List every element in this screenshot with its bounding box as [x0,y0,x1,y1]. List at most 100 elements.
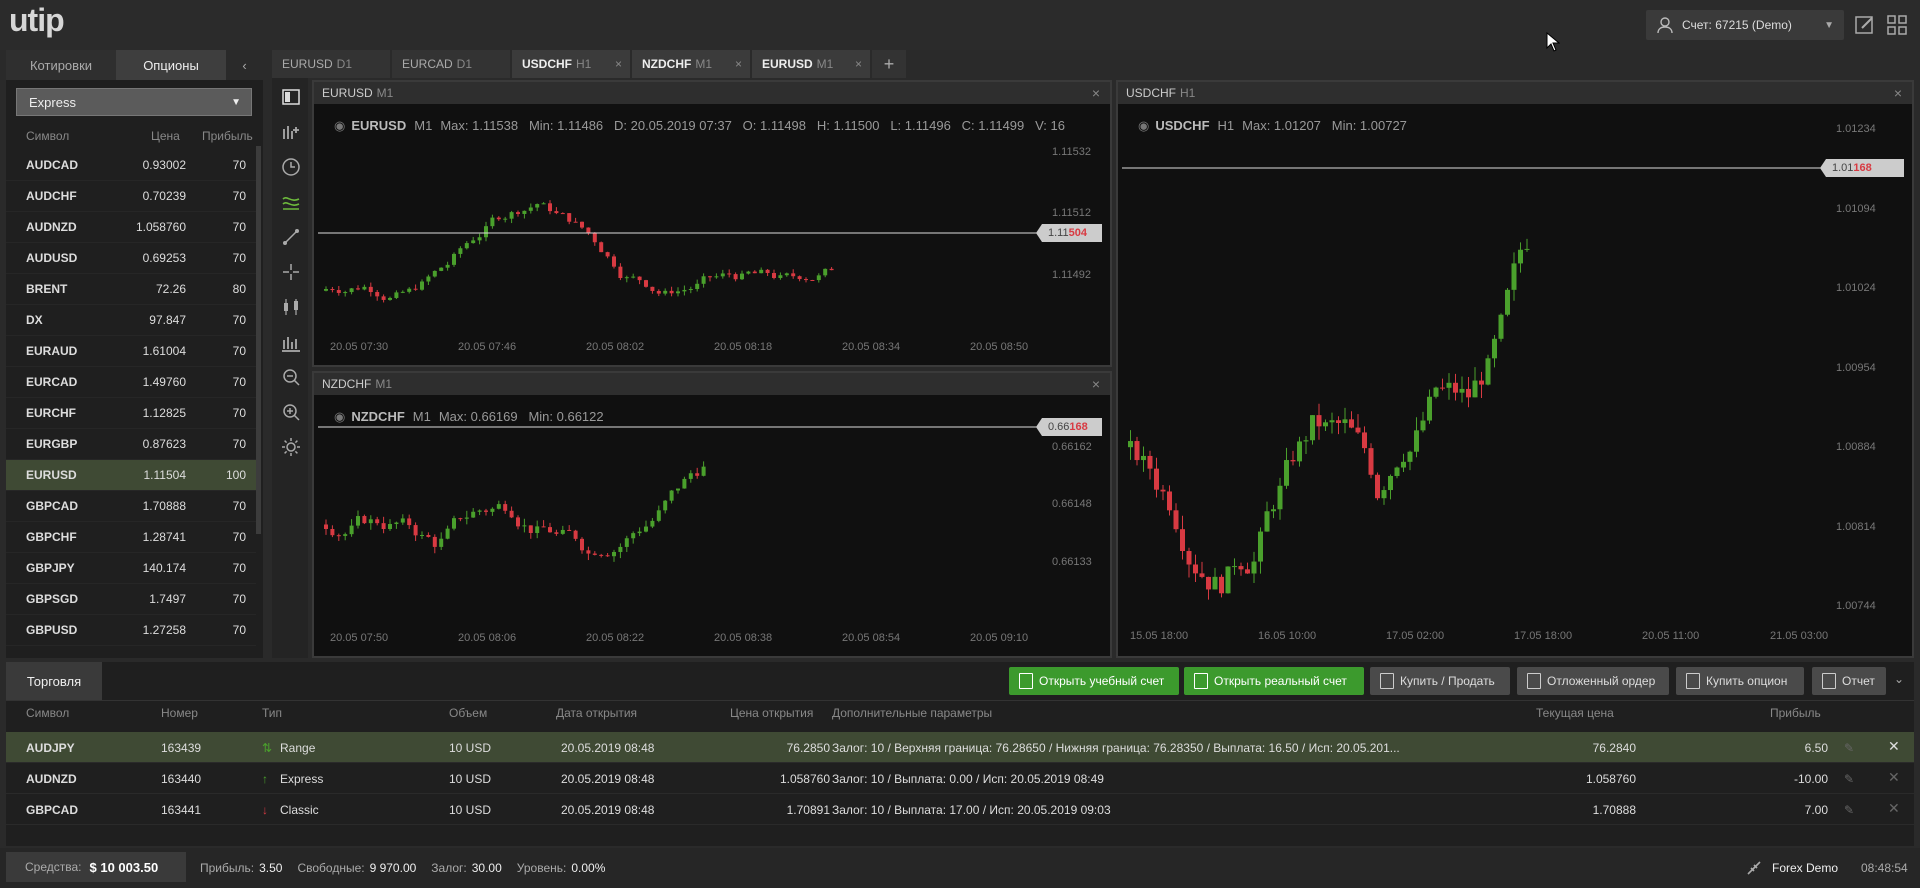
status-bar: Средства: $ 10 003.50 Прибыль: 3.50 Своб… [0,848,1920,888]
quote-row[interactable]: EURAUD 1.61004 70 [6,336,256,367]
order-row[interactable]: AUDNZD 163440 ↑ Express 10 USD 20.05.2019 08:… [6,763,1914,794]
trendline-icon[interactable] [280,226,302,248]
edit-icon[interactable]: ✎ [1844,803,1854,817]
edit-icon[interactable]: ✎ [1844,772,1854,786]
zoom-in-icon[interactable] [280,401,302,423]
orders-col-header: Прибыль [1770,706,1821,720]
tab-trading[interactable]: Торговля [6,662,102,700]
server-name: Forex Demo [1772,861,1839,875]
action-button[interactable]: Отложенный ордер [1517,667,1669,695]
tab-options[interactable]: Опционы [116,50,226,80]
close-icon[interactable]: × [855,57,862,71]
layout-icon[interactable] [280,86,302,108]
scrollbar[interactable] [256,146,261,534]
candle-body [445,264,450,268]
chart-tab[interactable]: EURUSD M1 × [752,50,870,78]
order-date: 20.05.2019 08:48 [561,772,655,786]
chart-svg [318,200,1042,303]
price-pips: 504 [1068,227,1087,239]
quote-row[interactable]: AUDCAD 0.93002 70 [6,150,256,181]
edit-icon[interactable]: ✎ [1844,741,1854,755]
settings-icon[interactable] [280,436,302,458]
clock-icon[interactable] [280,156,302,178]
quote-row[interactable]: AUDCHF 0.70239 70 [6,181,256,212]
quote-profit: 70 [232,189,246,203]
edit-icon[interactable] [1853,13,1877,37]
chart-title-bar: USDCHF H1 × [1118,82,1912,104]
close-icon[interactable]: × [1894,85,1902,101]
chart-tab[interactable]: NZDCHF M1 × [632,50,750,78]
y-tick-label: 1.00884 [1836,441,1876,454]
chart-canvas[interactable]: ◉ EURUSD M1 Max: 1.11538 Min: 1.11486 D: 20… [318,108,1110,365]
candle-body [656,510,661,521]
quote-row[interactable]: GBPCHF 1.28741 70 [6,522,256,553]
chart-tab[interactable]: USDCHF H1 × [512,50,630,78]
option-type-select[interactable]: Express ▼ [16,88,252,116]
chart-tab[interactable]: EURCAD D1 [392,50,510,78]
crosshair-icon[interactable] [280,261,302,283]
candles-icon[interactable] [280,296,302,318]
close-icon[interactable]: × [1092,85,1100,101]
quote-row[interactable]: AUDNZD 1.058760 70 [6,212,256,243]
indicators-icon[interactable] [280,191,302,213]
quote-row[interactable]: AUDUSD 0.69253 70 [6,243,256,274]
chevron-down-icon[interactable]: ⌄ [1894,672,1904,686]
order-row[interactable]: GBPCAD 163441 ↓ Classic 10 USD 20.05.2019 08:… [6,794,1914,825]
candle-body [1388,475,1393,491]
candle-body [426,534,431,537]
quote-symbol: EURCHF [26,406,76,420]
candle-body [356,516,360,526]
collapse-panel-icon[interactable]: ‹ [226,50,263,80]
quote-row[interactable]: EURCAD 1.49760 70 [6,367,256,398]
orders-col-header: Цена открытия [730,706,814,720]
zoom-out-icon[interactable] [280,366,302,388]
chart-canvas[interactable]: ◉ USDCHF H1 Max: 1.01207 Min: 1.00727 1.0123… [1122,108,1912,656]
bars-icon[interactable] [280,331,302,353]
order-profit: 6.50 [1804,741,1828,755]
quote-row[interactable]: BRENT 72.26 80 [6,274,256,305]
close-icon[interactable]: ✕ [1888,800,1900,817]
candle-body [503,218,508,220]
action-button[interactable]: Купить / Продать [1370,667,1510,695]
candle-body [1492,338,1497,359]
order-row[interactable]: AUDJPY 163439 ⇅ Range 10 USD 20.05.2019 08:48… [6,732,1914,763]
x-tick-label: 20.05 09:10 [970,632,1029,644]
orders-col-header: Текущая цена [1536,706,1614,720]
quote-profit: 70 [232,530,246,544]
action-button[interactable]: Отчет [1812,667,1886,695]
quote-row[interactable]: GBPJPY 140.174 70 [6,553,256,584]
quote-row[interactable]: EURUSD 1.11504 100 [6,460,256,491]
quote-row[interactable]: EURGBP 0.87623 70 [6,429,256,460]
orders-col-header: Номер [161,706,198,720]
candle-body [740,273,744,280]
chart-tab[interactable]: EURUSD D1 [272,50,390,78]
action-button[interactable]: Открыть реальный счет [1184,667,1364,695]
candle-body [1355,427,1361,433]
action-button[interactable]: Купить опцион [1676,667,1804,695]
document-icon [1019,673,1033,689]
orders-col-header: Дата открытия [556,706,638,720]
orders-col-header: Объем [449,706,488,720]
close-icon[interactable]: × [735,57,742,71]
account-selector[interactable]: Счет: 67215 (Demo) ▼ [1646,10,1844,40]
candle-body [624,538,629,547]
logo: utip [9,2,65,38]
close-icon[interactable]: × [615,57,622,71]
chart-canvas[interactable]: ◉ NZDCHF M1 Max: 0.66169 Min: 0.66122 0.6616… [318,399,1110,656]
quote-row[interactable]: GBPUSD 1.27258 70 [6,615,256,646]
add-indicator-icon[interactable] [280,121,302,143]
candle-body [1297,441,1302,462]
quote-row[interactable]: GBPSGD 1.7497 70 [6,584,256,615]
quote-row[interactable]: DX 97.847 70 [6,305,256,336]
action-button[interactable]: Открыть учебный счет [1009,667,1179,695]
candle-body [682,289,687,292]
add-tab-button[interactable]: + [872,50,906,78]
close-icon[interactable]: × [1092,376,1100,392]
close-icon[interactable]: ✕ [1888,738,1900,755]
close-icon[interactable]: ✕ [1888,769,1900,786]
candle-body [503,504,508,511]
tab-quotes[interactable]: Котировки [6,50,116,80]
grid-icon[interactable] [1885,13,1909,37]
quote-row[interactable]: GBPCAD 1.70888 70 [6,491,256,522]
quote-row[interactable]: EURCHF 1.12825 70 [6,398,256,429]
